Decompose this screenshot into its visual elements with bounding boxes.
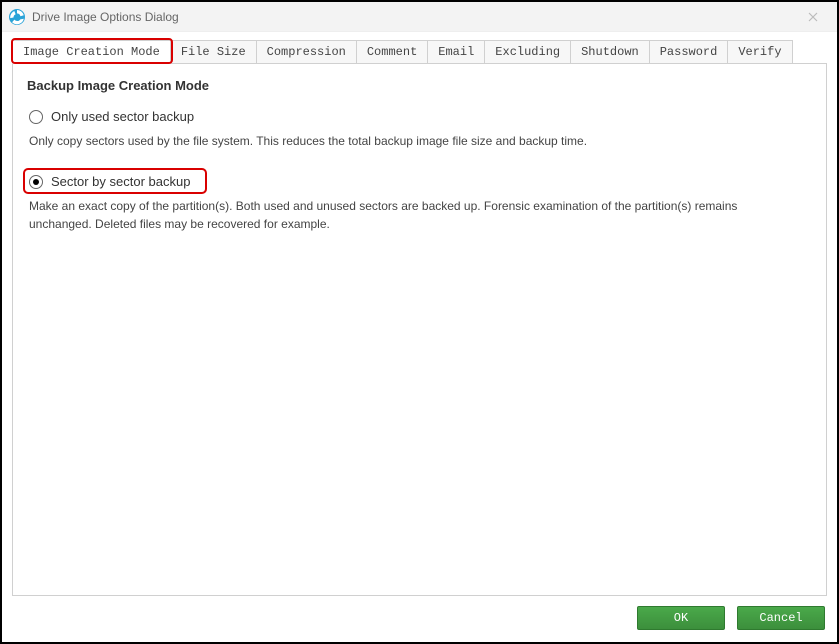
tab-shutdown[interactable]: Shutdown — [570, 40, 650, 64]
radio-used-sector[interactable]: Only used sector backup — [27, 107, 812, 126]
close-icon — [808, 12, 818, 22]
tab-image-creation-mode[interactable]: Image Creation Mode — [12, 40, 171, 64]
radio-sector-by-sector[interactable]: Sector by sector backup — [27, 172, 812, 191]
titlebar: Drive Image Options Dialog — [2, 2, 837, 32]
tab-excluding[interactable]: Excluding — [484, 40, 571, 64]
cancel-button[interactable]: Cancel — [737, 606, 825, 630]
window-title: Drive Image Options Dialog — [32, 10, 179, 24]
section-title: Backup Image Creation Mode — [27, 78, 812, 93]
dialog-footer: OK Cancel — [2, 602, 837, 642]
radio-icon — [29, 110, 43, 124]
option-desc: Only copy sectors used by the file syste… — [27, 132, 797, 150]
tab-compression[interactable]: Compression — [256, 40, 357, 64]
ok-button[interactable]: OK — [637, 606, 725, 630]
dialog-window: Drive Image Options Dialog Image Creatio… — [0, 0, 839, 644]
tab-email[interactable]: Email — [427, 40, 485, 64]
radio-icon — [29, 175, 43, 189]
tab-comment[interactable]: Comment — [356, 40, 428, 64]
option-sector-by-sector: Sector by sector backup Make an exact co… — [27, 172, 812, 233]
tabs: Image Creation Mode File Size Compressio… — [12, 40, 827, 64]
option-desc: Make an exact copy of the partition(s). … — [27, 197, 797, 233]
option-used-sector: Only used sector backup Only copy sector… — [27, 107, 812, 150]
tab-verify[interactable]: Verify — [727, 40, 792, 64]
close-button[interactable] — [793, 3, 833, 31]
tabs-filler — [793, 40, 827, 64]
radio-label: Sector by sector backup — [51, 174, 190, 189]
tab-password[interactable]: Password — [649, 40, 729, 64]
radio-label: Only used sector backup — [51, 109, 194, 124]
tab-panel: Backup Image Creation Mode Only used sec… — [12, 64, 827, 596]
app-icon — [8, 8, 26, 26]
tab-file-size[interactable]: File Size — [170, 40, 257, 64]
